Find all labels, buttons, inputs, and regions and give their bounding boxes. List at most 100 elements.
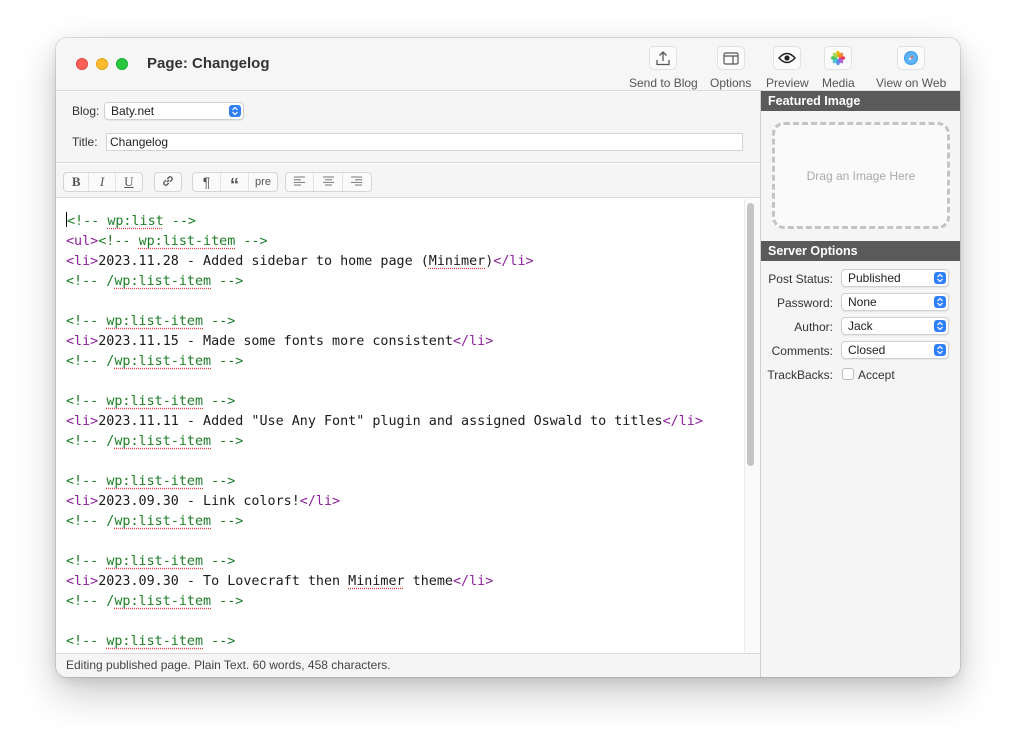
italic-button[interactable]: I — [89, 173, 116, 191]
code-token: <!-- / — [66, 274, 115, 289]
trackbacks-checkbox[interactable] — [842, 368, 854, 380]
code-token: wp:list-item — [106, 394, 204, 409]
options-button[interactable]: Options — [710, 46, 751, 90]
link-button[interactable] — [155, 173, 181, 191]
photos-icon — [824, 46, 853, 70]
chevron-updown-icon — [934, 344, 946, 356]
preview-button[interactable]: Preview — [766, 46, 809, 90]
code-line: <!-- /wp:list-item --> — [66, 352, 703, 372]
password-label: Password: — [776, 296, 833, 310]
bold-button[interactable]: B — [64, 173, 90, 191]
password-value: None — [848, 295, 877, 309]
code-line: <li>2023.09.30 - To Lovecraft then Minim… — [66, 572, 703, 592]
send-to-blog-button[interactable]: Send to Blog — [629, 46, 698, 90]
code-line: <li>2023.09.30 - Link colors!</li> — [66, 492, 703, 512]
compass-icon — [897, 46, 926, 70]
author-select[interactable]: Jack — [841, 317, 949, 335]
blog-select[interactable]: Baty.net — [104, 102, 244, 120]
zoom-window-button[interactable] — [116, 58, 128, 70]
code-token: wp:list-item — [106, 474, 204, 489]
sidebar: Featured Image Drag an Image Here Server… — [760, 91, 960, 677]
align-right-icon — [350, 175, 363, 189]
underline-button[interactable]: U — [116, 173, 142, 191]
code-token: <li> — [66, 494, 99, 509]
align-center-button[interactable] — [314, 173, 343, 191]
author-label: Author: — [794, 320, 833, 334]
comments-value: Closed — [848, 343, 886, 357]
post-meta: Blog: Baty.net Title: Changelog — [56, 91, 760, 163]
title-input[interactable]: Changelog — [106, 133, 743, 151]
code-line: <!-- wp:list-item --> — [66, 472, 703, 492]
status-bar: Editing published page. Plain Text. 60 w… — [56, 653, 760, 677]
image-drop-zone[interactable]: Drag an Image Here — [772, 122, 950, 229]
code-token: <li> — [66, 574, 99, 589]
code-token: wp:list-item — [114, 514, 212, 529]
code-line: <!-- wp:list-item --> — [66, 392, 703, 412]
code-text[interactable]: <!-- wp:list --> <ul><!-- wp:list-item --… — [66, 212, 703, 652]
media-button[interactable]: Media — [822, 46, 855, 90]
code-token: --> — [203, 634, 236, 649]
code-token: wp:list-item — [106, 634, 204, 649]
blog-select-value: Baty.net — [111, 104, 155, 118]
code-token: --> — [211, 594, 244, 609]
editor-pane: Blog: Baty.net Title: Changelog B I U ¶ … — [56, 91, 760, 677]
minimize-window-button[interactable] — [96, 58, 108, 70]
paragraph-button[interactable]: ¶ — [193, 173, 221, 191]
blog-label: Blog: — [72, 104, 100, 118]
eye-icon — [773, 46, 802, 70]
code-line: <li>2023.11.11 - Added "Use Any Font" pl… — [66, 412, 703, 432]
code-token: <!-- / — [66, 514, 115, 529]
code-token: <ul> — [66, 234, 99, 249]
code-token: wp:list-item — [114, 274, 212, 289]
window-icon — [716, 46, 745, 70]
code-token: </li> — [299, 494, 341, 509]
view-on-web-button[interactable]: View on Web — [876, 46, 946, 90]
code-token: <li> — [66, 414, 99, 429]
comments-select[interactable]: Closed — [841, 341, 949, 359]
scrollbar-thumb[interactable] — [747, 203, 754, 466]
align-group — [285, 172, 372, 192]
code-token: <li> — [66, 254, 99, 269]
code-token: 2023.09.30 - Link colors! — [98, 494, 300, 509]
blockquote-button[interactable]: “ — [221, 173, 249, 195]
code-token: </li> — [452, 334, 494, 349]
code-token: </li> — [452, 574, 494, 589]
drop-zone-text: Drag an Image Here — [806, 168, 916, 183]
view-on-web-label: View on Web — [876, 76, 947, 90]
align-right-button[interactable] — [343, 173, 371, 191]
code-token: theme — [404, 574, 453, 589]
code-token: <!-- — [98, 234, 139, 249]
code-token: --> — [203, 314, 236, 329]
code-line: <ul><!-- wp:list-item --> — [66, 232, 703, 252]
featured-image-header: Featured Image — [761, 91, 960, 111]
post-status-value: Published — [848, 271, 901, 285]
pre-button[interactable]: pre — [249, 173, 277, 191]
align-left-icon — [293, 175, 306, 189]
code-token: --> — [203, 474, 236, 489]
html-editor[interactable]: <!-- wp:list --> <ul><!-- wp:list-item --… — [56, 199, 760, 653]
code-token: --> — [211, 434, 244, 449]
code-token: wp:list-item — [114, 594, 212, 609]
preview-label: Preview — [766, 76, 809, 90]
password-select[interactable]: None — [841, 293, 949, 311]
code-token: wp:list-item — [106, 314, 204, 329]
title-bar: Page: Changelog Send to Blog Options Pre… — [56, 38, 960, 91]
post-status-select[interactable]: Published — [841, 269, 949, 287]
code-token: --> — [211, 274, 244, 289]
chevron-updown-icon — [934, 272, 946, 284]
code-line: <!-- /wp:list-item --> — [66, 512, 703, 532]
options-label: Options — [710, 76, 752, 90]
block-group: ¶ “ pre — [192, 172, 278, 195]
close-window-button[interactable] — [76, 58, 88, 70]
code-token: <!-- — [66, 394, 107, 409]
align-center-icon — [322, 175, 335, 189]
align-left-button[interactable] — [286, 173, 315, 191]
server-options-header: Server Options — [761, 241, 960, 261]
trackbacks-label: TrackBacks: — [767, 368, 833, 382]
code-token: <!-- — [66, 474, 107, 489]
code-line: <!-- wp:list-item --> — [66, 632, 703, 652]
